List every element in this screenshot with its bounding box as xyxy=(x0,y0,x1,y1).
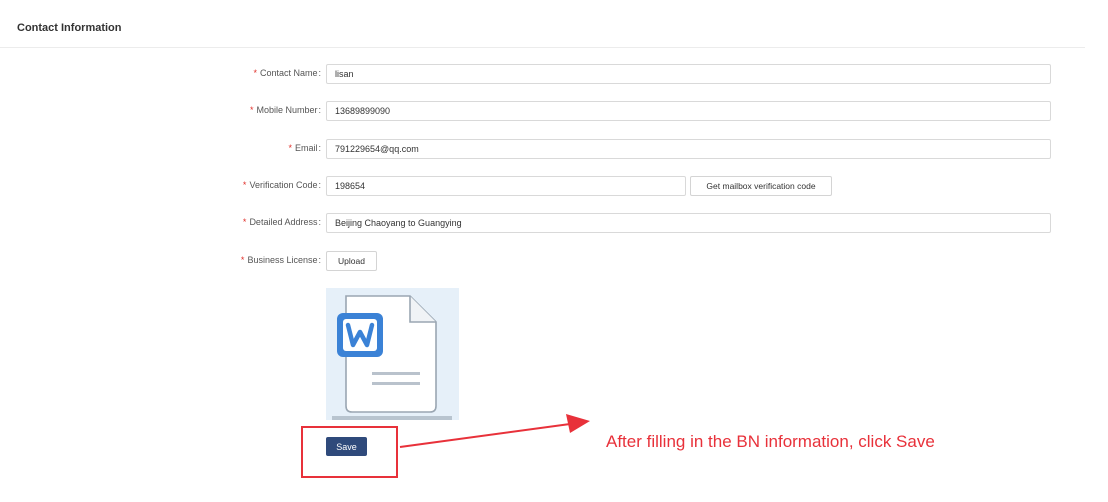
section-divider xyxy=(0,47,1085,48)
contact-name-row: * Contact Name: xyxy=(0,64,1108,86)
email-label: * Email: xyxy=(288,143,321,153)
business-license-row: * Business License: Upload xyxy=(0,251,1108,273)
save-highlight-box xyxy=(301,426,398,478)
required-mark: * xyxy=(240,255,245,265)
word-document-icon xyxy=(332,295,452,420)
get-verification-code-button[interactable]: Get mailbox verification code xyxy=(690,176,832,196)
business-license-file-preview[interactable] xyxy=(326,288,459,420)
required-mark: * xyxy=(242,217,247,227)
required-mark: * xyxy=(242,180,247,190)
mobile-number-label: * Mobile Number: xyxy=(249,105,321,115)
email-input[interactable] xyxy=(326,139,1051,159)
detailed-address-input[interactable] xyxy=(326,213,1051,233)
verification-code-label: * Verification Code: xyxy=(242,180,321,190)
verification-code-row: *Verification Code: Get mailbox verifica… xyxy=(0,176,1108,198)
detailed-address-label: * Detailed Address: xyxy=(242,217,321,227)
annotation-arrow-icon xyxy=(399,414,590,448)
section-title: Contact Information xyxy=(17,22,122,34)
contact-name-label: * Contact Name: xyxy=(253,68,321,78)
contact-name-input[interactable] xyxy=(326,64,1051,84)
required-mark: * xyxy=(253,68,257,78)
verification-code-input[interactable] xyxy=(326,176,686,196)
mobile-number-row: * Mobile Number: xyxy=(0,101,1108,123)
business-license-label: * Business License: xyxy=(240,255,321,265)
mobile-number-input[interactable] xyxy=(326,101,1051,121)
upload-button[interactable]: Upload xyxy=(326,251,377,271)
email-row: * Email: xyxy=(0,139,1108,161)
required-mark: * xyxy=(249,105,254,115)
annotation-text: After filling in the BN information, cli… xyxy=(606,432,935,451)
required-mark: * xyxy=(288,143,292,153)
detailed-address-row: * Detailed Address: xyxy=(0,213,1108,235)
